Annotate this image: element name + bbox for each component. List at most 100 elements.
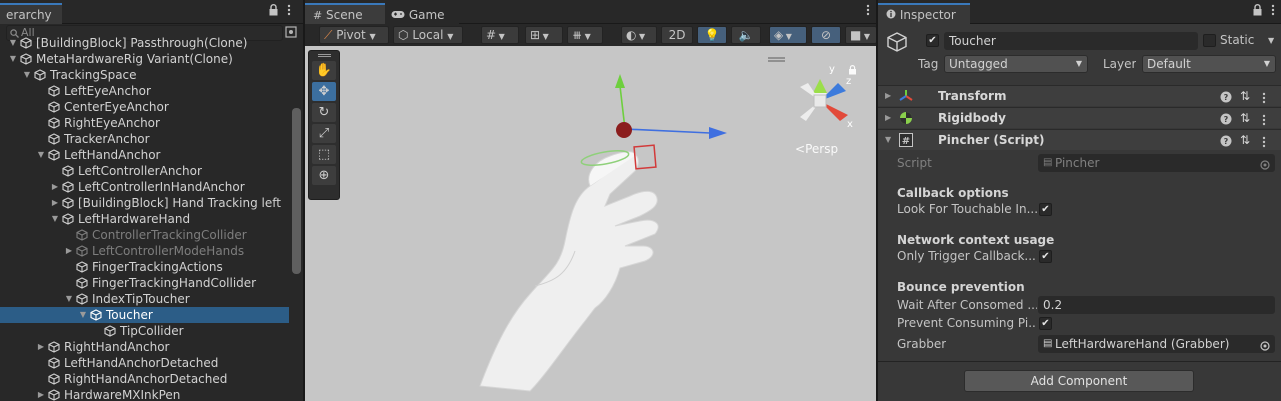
grid-snap-button[interactable]: # ▼: [481, 26, 519, 44]
tag-dropdown[interactable]: Untagged ▼: [944, 55, 1088, 73]
object-name-field[interactable]: Toucher: [944, 32, 1198, 50]
collapse-arrow-icon[interactable]: ▼: [8, 35, 18, 51]
help-icon[interactable]: ?: [1220, 111, 1232, 131]
collapse-arrow-icon[interactable]: ▼: [50, 211, 60, 227]
rect-tool-button[interactable]: ⬚: [312, 145, 336, 164]
expand-arrow-icon[interactable]: ▶: [50, 179, 60, 195]
collapse-arrow-icon[interactable]: ▼: [36, 147, 46, 163]
draw-mode-button[interactable]: ◐ ▼: [621, 26, 657, 44]
collapse-arrow-icon[interactable]: ▼: [8, 51, 18, 67]
kebab-menu-icon[interactable]: [866, 4, 870, 19]
pincher-component-header[interactable]: ▼ # Pincher (Script) ? ⇅: [878, 129, 1281, 150]
only-trigger-checkbox[interactable]: ✔: [1039, 250, 1052, 263]
hierarchy-item-label: LeftControllerModeHands: [92, 244, 245, 258]
expand-arrow-icon: ▶: [885, 91, 892, 100]
hierarchy-item[interactable]: LeftHandAnchorDetached: [0, 355, 289, 371]
kebab-menu-icon[interactable]: [1262, 134, 1266, 154]
collapse-arrow-icon[interactable]: ▼: [64, 291, 74, 307]
snap-increment-button[interactable]: ⊞ ▼: [525, 26, 563, 44]
transform-tools-overlay: ✋ ✥ ↻ ⤢ ⬚ ⊕: [308, 50, 340, 200]
persp-label[interactable]: <Persp: [795, 142, 838, 156]
orientation-gizmo[interactable]: [800, 79, 848, 121]
hand-model[interactable]: [479, 148, 659, 392]
rigidbody-component-header[interactable]: ▶ Rigidbody ? ⇅: [878, 107, 1281, 128]
camera-icon: ■: [850, 28, 862, 42]
object-picker-icon[interactable]: [1260, 339, 1270, 355]
kebab-menu-icon[interactable]: [287, 4, 291, 19]
hierarchy-item[interactable]: LeftControllerAnchor: [0, 163, 289, 179]
help-icon[interactable]: ?: [1220, 133, 1232, 153]
kebab-menu-icon[interactable]: [1271, 4, 1275, 19]
tab-game[interactable]: Game: [385, 3, 459, 24]
hierarchy-item[interactable]: TrackerAnchor: [0, 131, 289, 147]
expand-arrow-icon[interactable]: ▶: [50, 195, 60, 211]
audio-toggle[interactable]: 🔈: [731, 26, 761, 44]
hierarchy-item[interactable]: RightHandAnchorDetached: [0, 371, 289, 387]
wait-after-consumed-input[interactable]: 0.2: [1038, 296, 1275, 314]
object-picker-icon[interactable]: [1260, 158, 1270, 174]
hierarchy-item[interactable]: TipCollider: [0, 323, 289, 339]
help-icon[interactable]: ?: [1220, 89, 1232, 109]
hierarchy-item[interactable]: ▶ LeftControllerInHandAnchor: [0, 179, 289, 195]
hierarchy-item[interactable]: ▼ LeftHardwareHand: [0, 211, 289, 227]
prevent-consuming-checkbox[interactable]: ✔: [1039, 317, 1052, 330]
lock-icon[interactable]: [1252, 4, 1263, 19]
hierarchy-tab[interactable]: erarchy: [0, 3, 62, 24]
hierarchy-item[interactable]: FingerTrackingHandCollider: [0, 275, 289, 291]
tab-scene[interactable]: # Scene: [305, 3, 385, 24]
hand-tool-button[interactable]: ✋: [312, 61, 336, 80]
expand-arrow-icon[interactable]: ▶: [36, 387, 46, 401]
rotate-tool-button[interactable]: ↻: [312, 103, 336, 122]
preset-icon[interactable]: ⇅: [1240, 130, 1250, 150]
camera-dropdown[interactable]: ■ ▼: [845, 26, 876, 44]
hierarchy-item[interactable]: ▶ LeftControllerModeHands: [0, 243, 289, 259]
collapse-arrow-icon[interactable]: ▼: [22, 67, 32, 83]
hierarchy-item-selected[interactable]: ▼ Toucher: [0, 307, 289, 323]
static-checkbox[interactable]: [1203, 34, 1216, 47]
lighting-toggle[interactable]: 💡: [697, 26, 727, 44]
hierarchy-item[interactable]: LeftEyeAnchor: [0, 83, 289, 99]
space-dropdown[interactable]: ⬡ Local ▼: [393, 26, 463, 44]
scene-viewport[interactable]: y z x <Persp ✋ ✥ ↻ ⤢ ⬚ ⊕: [305, 46, 876, 401]
collapse-arrow-icon[interactable]: ▼: [78, 307, 88, 323]
pivot-dropdown[interactable]: ⟋ Pivot ▼: [319, 26, 389, 44]
expand-arrow-icon[interactable]: ▶: [36, 339, 46, 355]
inspector-tab[interactable]: Inspector: [878, 3, 970, 24]
hierarchy-item[interactable]: ▼ LeftHandAnchor: [0, 147, 289, 163]
hidden-objects-toggle[interactable]: ⊘: [811, 26, 841, 44]
hierarchy-item[interactable]: ▼ MetaHardwareRig Variant(Clone): [0, 51, 289, 67]
hierarchy-item[interactable]: ▼ TrackingSpace: [0, 67, 289, 83]
chevron-down-icon[interactable]: ▼: [1268, 36, 1274, 45]
hierarchy-item[interactable]: ▼ IndexTipToucher: [0, 291, 289, 307]
hierarchy-item[interactable]: RightEyeAnchor: [0, 115, 289, 131]
grid-visibility-button[interactable]: ⧻ ▼: [567, 26, 603, 44]
grabber-value: LeftHardwareHand (Grabber): [1055, 337, 1230, 351]
move-tool-button[interactable]: ✥: [312, 82, 336, 101]
hierarchy-item[interactable]: CenterEyeAnchor: [0, 99, 289, 115]
preset-icon[interactable]: ⇅: [1240, 86, 1250, 106]
hierarchy-item[interactable]: ▼ [BuildingBlock] Passthrough(Clone): [0, 35, 289, 51]
hierarchy-item[interactable]: ▶ [BuildingBlock] Hand Tracking left: [0, 195, 289, 211]
transform-tool-button[interactable]: ⊕: [312, 166, 336, 185]
gizmo-lock-icon[interactable]: [848, 64, 857, 78]
grabber-field[interactable]: ▤ LeftHardwareHand (Grabber): [1038, 335, 1275, 353]
wait-value: 0.2: [1043, 298, 1063, 312]
toggle-2d-button[interactable]: 2D: [661, 26, 693, 44]
hierarchy-item[interactable]: ControllerTrackingCollider: [0, 227, 289, 243]
layer-dropdown[interactable]: Default ▼: [1142, 55, 1276, 73]
hierarchy-item-label: CenterEyeAnchor: [64, 100, 169, 114]
active-checkbox[interactable]: ✔: [926, 34, 939, 47]
add-component-button[interactable]: Add Component: [964, 370, 1194, 392]
hierarchy-scrollbar[interactable]: [292, 108, 301, 274]
look-for-touchable-checkbox[interactable]: ✔: [1039, 203, 1052, 216]
hierarchy-item[interactable]: FingerTrackingActions: [0, 259, 289, 275]
scale-tool-button[interactable]: ⤢: [312, 124, 336, 143]
transform-component-header[interactable]: ▶ Transform ? ⇅: [878, 85, 1281, 106]
lock-icon[interactable]: [268, 4, 279, 19]
expand-arrow-icon[interactable]: ▶: [64, 243, 74, 259]
preset-icon[interactable]: ⇅: [1240, 108, 1250, 128]
effects-dropdown[interactable]: ◈ ▼: [769, 26, 807, 44]
hierarchy-item[interactable]: ▶ HardwareMXInkPen: [0, 387, 289, 401]
hierarchy-item[interactable]: ▶ RightHandAnchor: [0, 339, 289, 355]
drag-handle[interactable]: [318, 54, 331, 57]
